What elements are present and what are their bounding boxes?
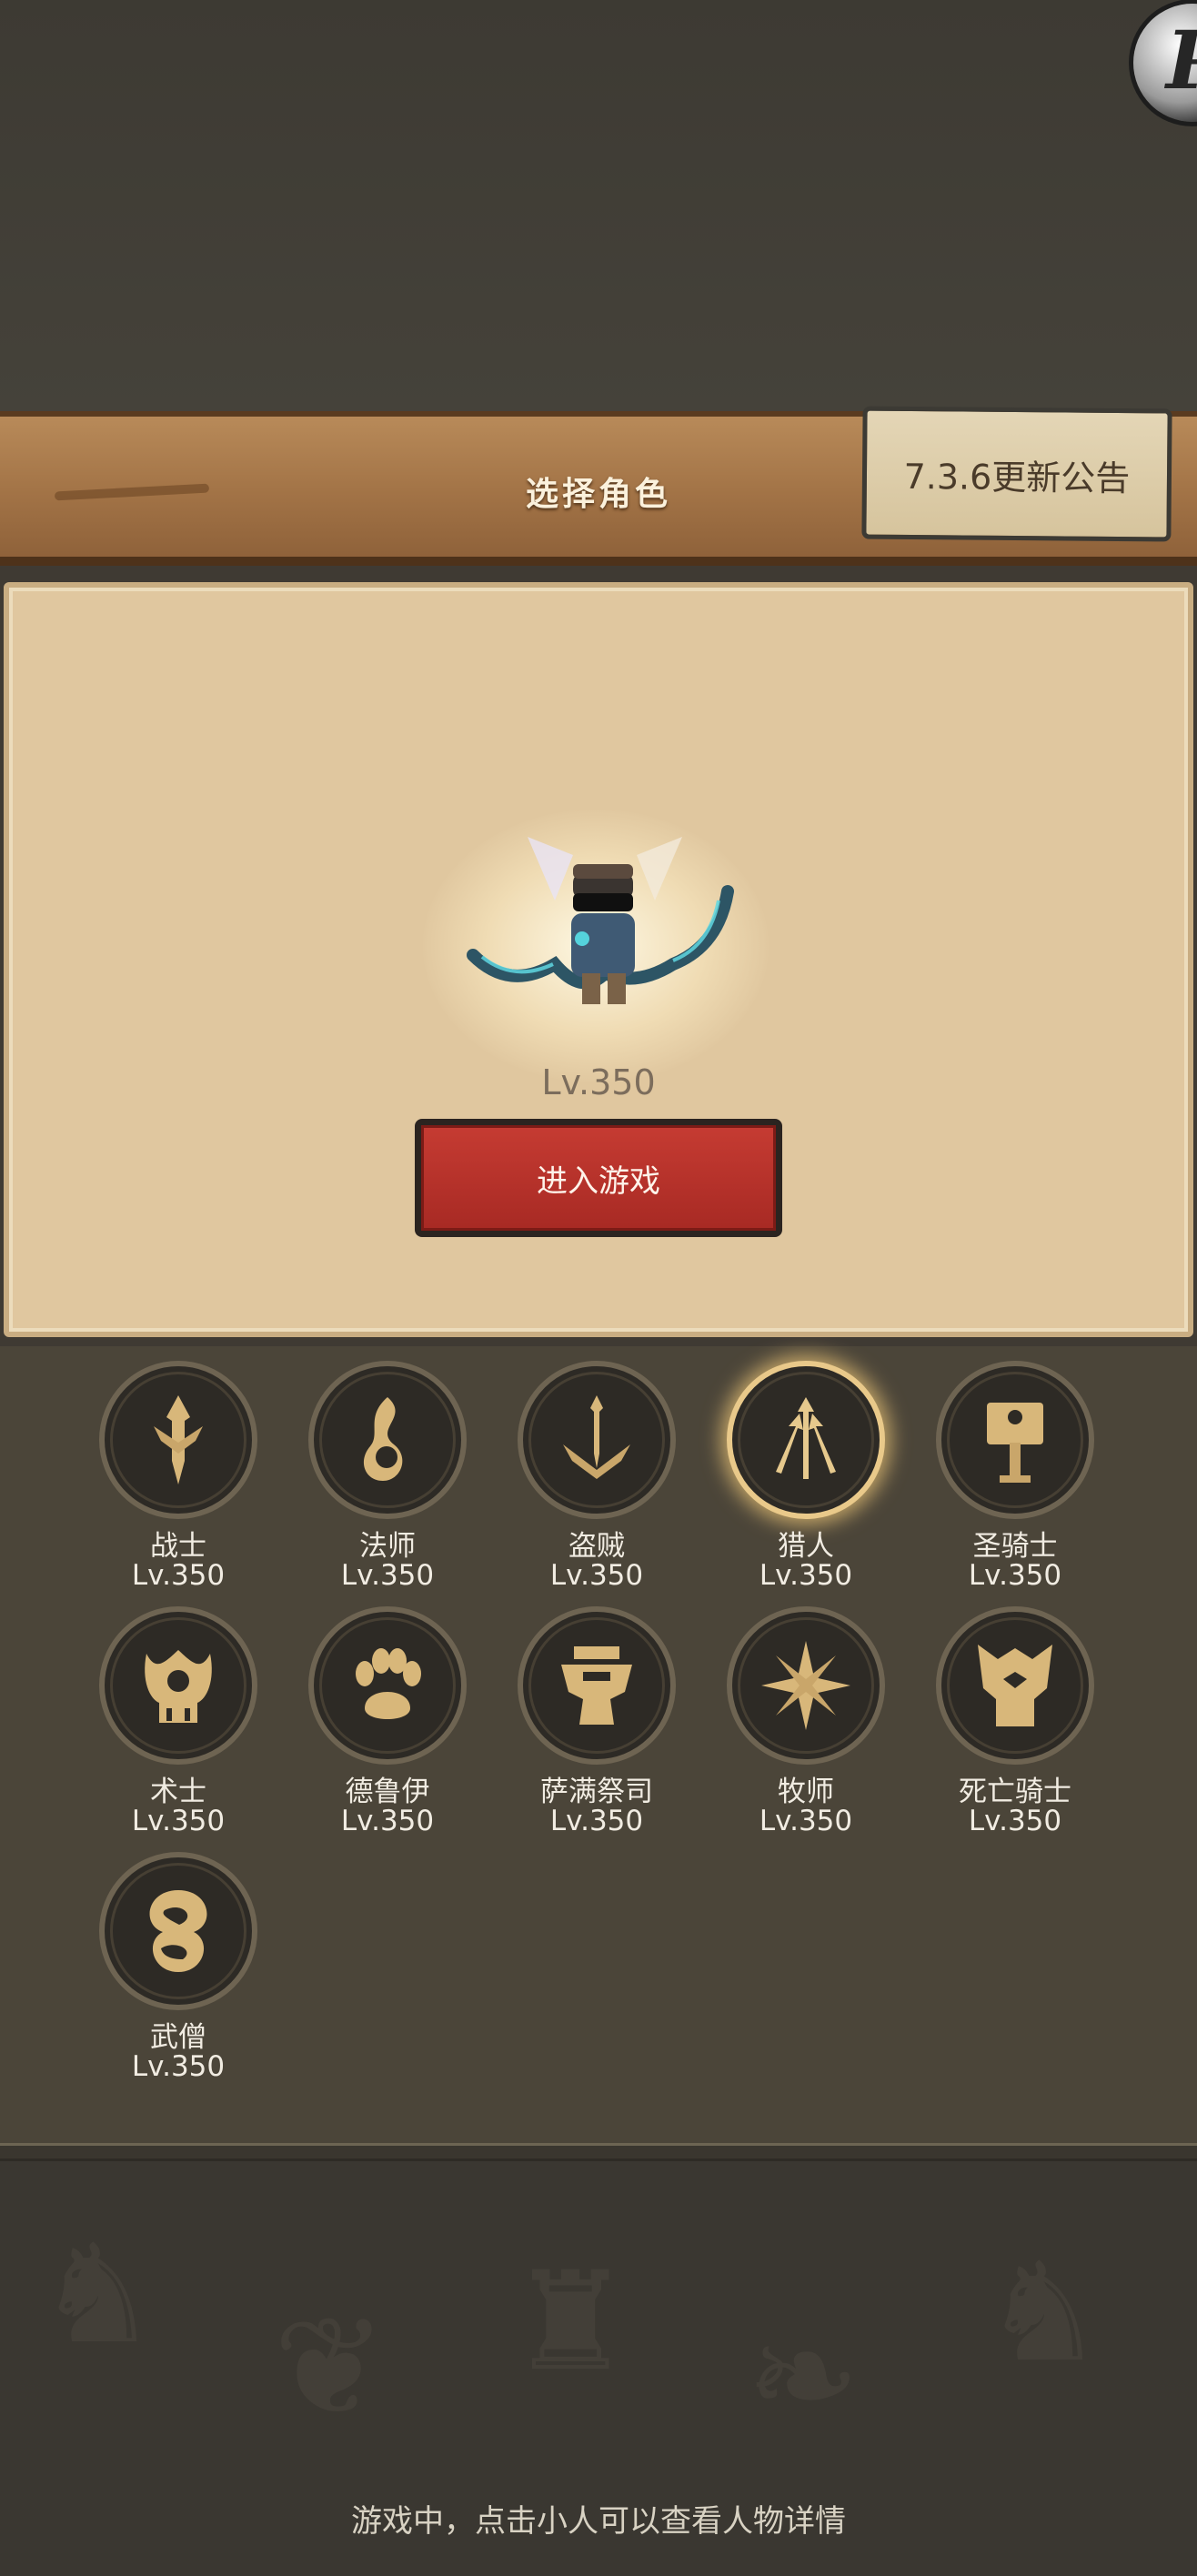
class-rogue[interactable]: 盗贼 Lv.350 <box>515 1361 679 1597</box>
top-background <box>0 0 1197 411</box>
class-name: 猎人 <box>778 1530 834 1563</box>
class-druid[interactable]: 德鲁伊 Lv.350 <box>306 1606 469 1843</box>
rogue-daggers-icon <box>518 1361 676 1519</box>
class-level: Lv.350 <box>968 1559 1062 1592</box>
class-mage[interactable]: 法师 Lv.350 <box>306 1361 469 1597</box>
hunter-arrows-icon <box>727 1361 885 1519</box>
class-name: 盗贼 <box>568 1530 625 1563</box>
class-name: 萨满祭司 <box>540 1776 653 1808</box>
class-name: 牧师 <box>778 1776 834 1808</box>
class-name: 法师 <box>359 1530 416 1563</box>
class-level: Lv.350 <box>340 1805 435 1837</box>
class-name: 圣骑士 <box>972 1530 1058 1563</box>
deathknight-helm-icon <box>936 1606 1094 1765</box>
class-paladin[interactable]: 圣骑士 Lv.350 <box>933 1361 1097 1597</box>
warlock-skull-icon <box>99 1606 257 1765</box>
enter-game-button[interactable]: 进入游戏 <box>415 1119 782 1237</box>
class-warrior[interactable]: 战士 Lv.350 <box>96 1361 260 1597</box>
selected-character-level: Lv.350 <box>541 1062 656 1102</box>
class-level: Lv.350 <box>131 1559 226 1592</box>
avatar-letter: P <box>1166 20 1197 100</box>
class-shaman[interactable]: 萨满祭司 Lv.350 <box>515 1606 679 1843</box>
class-level: Lv.350 <box>340 1559 435 1592</box>
class-level: Lv.350 <box>131 2050 226 2083</box>
monk-swirl-icon <box>99 1852 257 2010</box>
class-level: Lv.350 <box>549 1559 644 1592</box>
class-level: Lv.350 <box>131 1805 226 1837</box>
class-priest[interactable]: 牧师 Lv.350 <box>724 1606 888 1843</box>
class-level: Lv.350 <box>759 1559 853 1592</box>
class-hunter[interactable]: 猎人 Lv.350 <box>724 1361 888 1597</box>
footer-hint: 游戏中，点击小人可以查看人物详情 <box>351 2503 846 2540</box>
class-name: 术士 <box>150 1776 206 1808</box>
shaman-totem-icon <box>518 1606 676 1765</box>
enter-game-label: 进入游戏 <box>421 1125 776 1231</box>
update-notice-button[interactable]: 7.3.6更新公告 <box>861 406 1172 542</box>
lower-divider <box>0 2143 1197 2161</box>
class-level: Lv.350 <box>549 1805 644 1837</box>
warrior-sword-icon <box>99 1361 257 1519</box>
class-warlock[interactable]: 术士 Lv.350 <box>96 1606 260 1843</box>
class-level: Lv.350 <box>759 1805 853 1837</box>
hunter-character-sprite[interactable] <box>446 837 755 1055</box>
class-death-knight[interactable]: 死亡骑士 Lv.350 <box>933 1606 1097 1843</box>
druid-paw-icon <box>308 1606 467 1765</box>
class-name: 死亡骑士 <box>959 1776 1071 1808</box>
mage-flame-icon <box>308 1361 467 1519</box>
priest-star-icon <box>727 1606 885 1765</box>
paladin-hammer-icon <box>936 1361 1094 1519</box>
class-name: 德鲁伊 <box>345 1776 430 1808</box>
class-level: Lv.350 <box>968 1805 1062 1837</box>
class-name: 武僧 <box>150 2021 206 2054</box>
class-monk[interactable]: 武僧 Lv.350 <box>96 1852 260 2088</box>
class-name: 战士 <box>150 1530 206 1563</box>
